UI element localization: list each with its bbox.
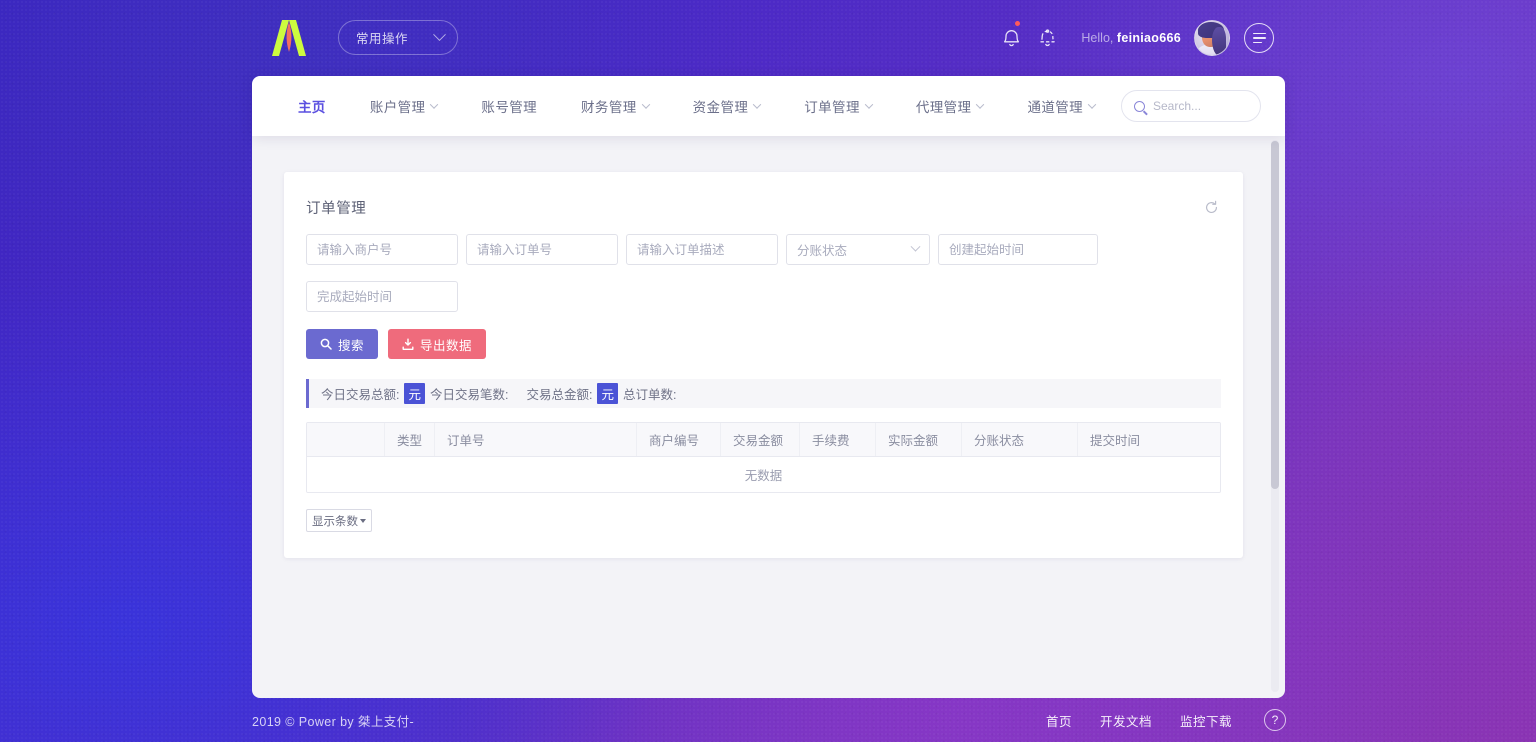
create-start-time-input[interactable]	[949, 243, 1087, 257]
export-button-label: 导出数据	[420, 335, 472, 354]
table-header-merchant-no[interactable]: 商户编号	[637, 423, 721, 456]
greeting-text: Hello, feiniao666	[1081, 31, 1181, 45]
nav-item-label: 通道管理	[1027, 96, 1083, 116]
table-header-actual-amount[interactable]: 实际金额	[876, 423, 962, 456]
nav-item-fund-mgmt[interactable]: 资金管理	[671, 96, 783, 116]
order-no-field[interactable]	[466, 234, 618, 265]
search-icon	[320, 338, 332, 350]
action-button-row: 搜索 导出数据	[284, 329, 1243, 359]
main-navigation-bar: 主页 账户管理 账号管理 财务管理 资金管理 订单管理 代理管理 通道管理	[252, 76, 1285, 136]
content-scrollbar-thumb[interactable]	[1271, 141, 1279, 489]
user-avatar[interactable]	[1194, 20, 1230, 56]
chevron-down-icon	[433, 28, 446, 41]
currency-unit-badge-1: 元	[404, 383, 425, 404]
export-icon	[402, 338, 414, 351]
search-icon	[1134, 101, 1145, 112]
notification-bell-button[interactable]	[993, 20, 1029, 56]
create-start-time-field[interactable]	[938, 234, 1098, 265]
table-header-type[interactable]: 类型	[385, 423, 435, 456]
order-desc-input[interactable]	[637, 243, 767, 257]
list-menu-icon[interactable]	[1244, 23, 1274, 53]
finish-start-time-field[interactable]	[306, 281, 458, 312]
nav-item-agent-mgmt[interactable]: 代理管理	[894, 96, 1006, 116]
order-no-input[interactable]	[477, 243, 607, 257]
table-header-fee[interactable]: 手续费	[800, 423, 876, 456]
global-search-box[interactable]	[1121, 90, 1261, 122]
chevron-down-icon	[1088, 100, 1096, 108]
nav-item-account-mgmt[interactable]: 账户管理	[348, 96, 460, 116]
nav-item-label: 代理管理	[916, 96, 972, 116]
avatar-hair-side	[1212, 27, 1226, 56]
page-title: 订单管理	[306, 197, 366, 218]
order-desc-field[interactable]	[626, 234, 778, 265]
content-area: 订单管理 分账状态	[252, 136, 1285, 698]
quick-action-dropdown[interactable]: 常用操作	[338, 20, 458, 55]
logo-mark[interactable]	[268, 19, 310, 57]
username-label: feiniao666	[1117, 31, 1181, 45]
nav-item-label: 财务管理	[581, 96, 637, 116]
table-header-order-no[interactable]: 订单号	[435, 423, 637, 456]
message-bell-button[interactable]	[1029, 20, 1065, 56]
merchant-no-field[interactable]	[306, 234, 458, 265]
nav-item-label: 主页	[298, 96, 326, 116]
chevron-down-icon	[641, 100, 649, 108]
greeting-prefix: Hello,	[1081, 31, 1113, 45]
footer-links: 首页 开发文档 监控下载 ?	[1046, 709, 1286, 731]
nav-item-label: 资金管理	[693, 96, 749, 116]
export-data-button[interactable]: 导出数据	[388, 329, 486, 359]
nav-item-label: 账户管理	[370, 96, 426, 116]
orders-table: 类型 订单号 商户编号 交易金额 手续费 实际金额 分账状态 提交时间 无数据	[306, 422, 1221, 493]
order-management-panel: 订单管理 分账状态	[284, 172, 1243, 558]
help-circle-icon[interactable]: ?	[1264, 709, 1286, 731]
page-size-select[interactable]: 显示条数	[306, 509, 372, 532]
search-button[interactable]: 搜索	[306, 329, 378, 359]
nav-item-home[interactable]: 主页	[276, 96, 348, 116]
search-input[interactable]	[1153, 99, 1248, 113]
chevron-down-icon	[360, 519, 366, 523]
merchant-no-input[interactable]	[317, 243, 447, 257]
summary-stats-bar: 今日交易总额: 元 今日交易笔数: 交易总金额: 元 总订单数:	[306, 379, 1221, 408]
top-bar: 常用操作 Hello, feiniao666	[0, 0, 1536, 75]
page-size-label: 显示条数	[312, 513, 358, 529]
nav-item-label: 订单管理	[804, 96, 860, 116]
nav-item-channel-mgmt[interactable]: 通道管理	[1005, 96, 1117, 116]
table-header-row: 类型 订单号 商户编号 交易金额 手续费 实际金额 分账状态 提交时间	[307, 423, 1220, 457]
total-amount-label: 交易总金额:	[526, 384, 592, 403]
table-header-submit-time[interactable]: 提交时间	[1078, 423, 1217, 456]
chevron-down-icon	[753, 100, 761, 108]
table-empty-state: 无数据	[307, 457, 1220, 492]
chevron-down-icon	[911, 242, 921, 252]
panel-header: 订单管理	[284, 184, 1243, 230]
split-status-label: 分账状态	[797, 240, 847, 259]
chevron-down-icon	[430, 100, 438, 108]
footer-link-dev-doc[interactable]: 开发文档	[1100, 711, 1152, 730]
finish-start-time-input[interactable]	[317, 290, 447, 304]
total-orders-label: 总订单数:	[623, 384, 676, 403]
nav-item-order-mgmt[interactable]: 订单管理	[782, 96, 894, 116]
search-button-label: 搜索	[338, 335, 364, 354]
copyright-text: 2019 © Power by 桀上支付-	[252, 711, 414, 730]
table-header-txn-amount[interactable]: 交易金额	[721, 423, 800, 456]
footer-link-monitor-download[interactable]: 监控下载	[1180, 711, 1232, 730]
quick-action-label: 常用操作	[356, 28, 408, 47]
chevron-down-icon	[976, 100, 984, 108]
nav-item-label: 账号管理	[481, 96, 537, 116]
topbar-right-group: Hello, feiniao666	[993, 20, 1274, 56]
split-status-select[interactable]: 分账状态	[786, 234, 930, 265]
nav-item-user-account-mgmt[interactable]: 账号管理	[459, 96, 559, 116]
nav-item-finance-mgmt[interactable]: 财务管理	[559, 96, 671, 116]
footer-link-home[interactable]: 首页	[1046, 711, 1072, 730]
table-header-checkbox-col[interactable]	[307, 423, 385, 456]
table-header-split-status[interactable]: 分账状态	[962, 423, 1078, 456]
chevron-down-icon	[865, 100, 873, 108]
currency-unit-badge-2: 元	[597, 383, 618, 404]
page-footer: 2019 © Power by 桀上支付- 首页 开发文档 监控下载 ?	[0, 698, 1536, 742]
nav-item-list: 主页 账户管理 账号管理 财务管理 资金管理 订单管理 代理管理 通道管理	[252, 96, 1117, 116]
notification-dot-badge	[1015, 21, 1020, 26]
today-amount-label: 今日交易总额:	[321, 384, 399, 403]
today-count-label: 今日交易笔数:	[430, 384, 508, 403]
filter-form: 分账状态	[284, 234, 1243, 312]
refresh-icon[interactable]	[1204, 200, 1219, 215]
